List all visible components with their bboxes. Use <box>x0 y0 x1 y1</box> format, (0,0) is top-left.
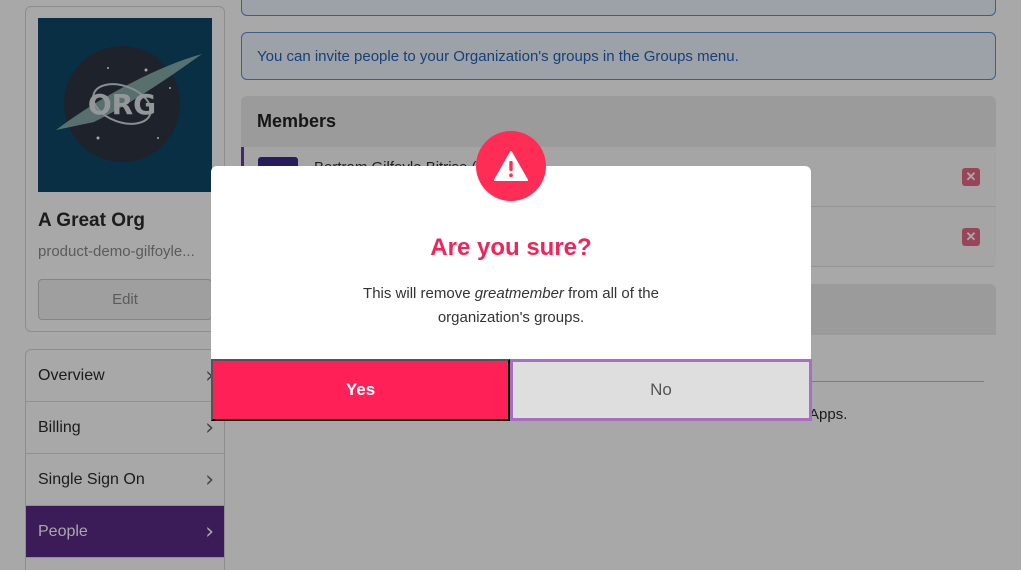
dialog-message-prefix: This will remove <box>363 285 475 302</box>
confirm-no-button[interactable]: No <box>510 359 812 421</box>
dialog-member-name: greatmember <box>474 285 564 302</box>
confirm-yes-button[interactable]: Yes <box>211 359 510 421</box>
warning-icon <box>476 131 546 201</box>
confirm-dialog: Are you sure? This will remove greatmemb… <box>211 166 812 421</box>
dialog-title: Are you sure? <box>430 234 592 261</box>
dialog-message: This will remove greatmember from all of… <box>331 282 691 330</box>
